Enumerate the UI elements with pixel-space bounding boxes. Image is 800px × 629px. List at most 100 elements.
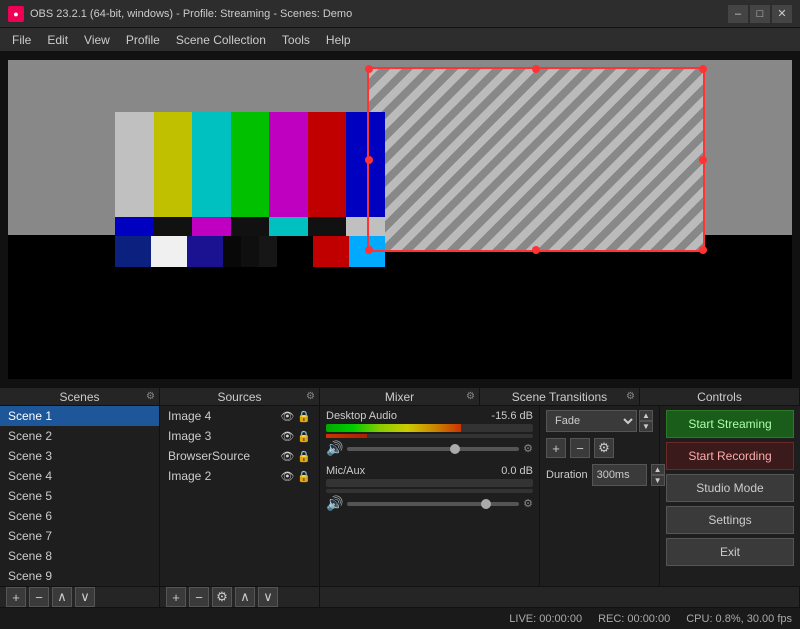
cb-mid-dark3 — [308, 217, 347, 236]
scene-item-1[interactable]: Scene 1 — [0, 406, 159, 426]
scenes-down-button[interactable]: ∨ — [75, 587, 95, 607]
window-controls: – □ ✕ — [728, 5, 792, 23]
mixer-config-icon[interactable]: ⚙ — [466, 391, 475, 402]
cb-white — [115, 112, 154, 217]
color-bars-mid — [115, 217, 385, 236]
desktop-audio-label-row: Desktop Audio -15.6 dB — [326, 410, 533, 422]
sources-add-button[interactable]: + — [166, 587, 186, 607]
studio-mode-button[interactable]: Studio Mode — [666, 474, 794, 502]
scene-item-7[interactable]: Scene 7 — [0, 526, 159, 546]
mic-aux-volume-slider[interactable] — [347, 502, 519, 506]
menu-scene-collection[interactable]: Scene Collection — [168, 29, 274, 51]
cb-mid-cyan — [269, 217, 308, 236]
bottom-panel: Scenes ⚙ Sources ⚙ Mixer ⚙ Scene Transit… — [0, 387, 800, 607]
transition-type-select[interactable]: Fade Cut Swipe — [546, 410, 637, 432]
transition-add-button[interactable]: + — [546, 438, 566, 458]
sources-down-button[interactable]: ∨ — [258, 587, 278, 607]
cb-green — [231, 112, 270, 217]
mic-aux-slider-thumb[interactable] — [481, 499, 491, 509]
duration-row: Duration ▲ ▼ — [546, 464, 653, 486]
desktop-audio-settings-icon[interactable]: ⚙ — [523, 442, 533, 455]
cb-bot-bluish — [187, 236, 223, 267]
menu-file[interactable]: File — [4, 29, 39, 51]
browser-source-preview — [367, 67, 705, 252]
scene-item-9[interactable]: Scene 9 — [0, 566, 159, 586]
desktop-audio-mute-icon[interactable]: 🔊 — [326, 440, 343, 457]
source-lock-icon2[interactable]: 🔒 — [297, 430, 311, 443]
source-browser[interactable]: BrowserSource 👁 🔒 — [160, 446, 319, 466]
exit-button[interactable]: Exit — [666, 538, 794, 566]
mic-aux-mute-icon[interactable]: 🔊 — [326, 495, 343, 512]
mic-aux-channel: Mic/Aux 0.0 dB 🔊 ⚙ — [326, 465, 533, 512]
scenes-up-button[interactable]: ∧ — [52, 587, 72, 607]
transition-remove-button[interactable]: − — [570, 438, 590, 458]
cb-red — [308, 112, 347, 217]
close-button[interactable]: ✕ — [772, 5, 792, 23]
source-eye-icon4[interactable]: 👁 — [280, 470, 294, 483]
maximize-button[interactable]: □ — [750, 5, 770, 23]
transition-buttons: + − ⚙ — [546, 438, 653, 458]
scenes-panel-header: Scenes ⚙ — [0, 388, 160, 405]
menu-help[interactable]: Help — [318, 29, 359, 51]
transitions-config-icon[interactable]: ⚙ — [626, 391, 635, 402]
desktop-audio-meter2-fill — [326, 434, 367, 438]
scene-item-5[interactable]: Scene 5 — [0, 486, 159, 506]
cb-cyan — [192, 112, 231, 217]
start-recording-button[interactable]: Start Recording — [666, 442, 794, 470]
transition-spin: ▲ ▼ — [639, 410, 653, 432]
menu-tools[interactable]: Tools — [274, 29, 318, 51]
scene-item-3[interactable]: Scene 3 — [0, 446, 159, 466]
duration-input[interactable] — [592, 464, 647, 486]
scene-item-6[interactable]: Scene 6 — [0, 506, 159, 526]
color-bars-source[interactable] — [115, 112, 385, 267]
source-image3[interactable]: Image 3 👁 🔒 — [160, 426, 319, 446]
scenes-add-button[interactable]: + — [6, 587, 26, 607]
cb-mid-dark2 — [231, 217, 270, 236]
desktop-audio-volume-slider[interactable] — [347, 447, 519, 451]
transition-config-button[interactable]: ⚙ — [594, 438, 614, 458]
source-eye-icon2[interactable]: 👁 — [280, 430, 294, 443]
sources-config-icon[interactable]: ⚙ — [306, 391, 315, 402]
mic-aux-settings-icon[interactable]: ⚙ — [523, 497, 533, 510]
source-image2[interactable]: Image 2 👁 🔒 — [160, 466, 319, 486]
cb-blue — [346, 112, 385, 217]
scene-item-2[interactable]: Scene 2 — [0, 426, 159, 446]
cb-bot-white — [151, 236, 187, 267]
source-lock-icon3[interactable]: 🔒 — [297, 450, 311, 463]
transitions-panel-header: Scene Transitions ⚙ — [480, 388, 640, 405]
menu-profile[interactable]: Profile — [118, 29, 168, 51]
source-lock-icon[interactable]: 🔒 — [297, 410, 311, 423]
transition-spin-dn[interactable]: ▼ — [639, 421, 653, 432]
source-eye-icon3[interactable]: 👁 — [280, 450, 294, 463]
sources-up-button[interactable]: ∧ — [235, 587, 255, 607]
menu-view[interactable]: View — [76, 29, 118, 51]
cb-bot-cyan2 — [349, 236, 385, 267]
cb-mid-mag — [192, 217, 231, 236]
menu-edit[interactable]: Edit — [39, 29, 76, 51]
sources-config-btn[interactable]: ⚙ — [212, 587, 232, 607]
scenes-config-icon[interactable]: ⚙ — [146, 391, 155, 402]
cb-mid-blue — [115, 217, 154, 236]
source-lock-icon4[interactable]: 🔒 — [297, 470, 311, 483]
preview-area — [0, 52, 800, 387]
color-bars-top — [115, 112, 385, 217]
mixer-toolbar — [320, 587, 800, 607]
panels-toolbars: + − ∧ ∨ + − ⚙ ∧ ∨ — [0, 586, 800, 607]
source-image4[interactable]: Image 4 👁 🔒 — [160, 406, 319, 426]
scenes-remove-button[interactable]: − — [29, 587, 49, 607]
desktop-audio-slider-thumb[interactable] — [450, 444, 460, 454]
source-eye-icon[interactable]: 👁 — [280, 410, 294, 423]
scenes-toolbar: + − ∧ ∨ — [0, 587, 160, 607]
settings-button[interactable]: Settings — [666, 506, 794, 534]
scenes-panel: Scene 1 Scene 2 Scene 3 Scene 4 Scene 5 … — [0, 406, 160, 586]
scene-item-4[interactable]: Scene 4 — [0, 466, 159, 486]
transition-spin-up[interactable]: ▲ — [639, 410, 653, 421]
start-streaming-button[interactable]: Start Streaming — [666, 410, 794, 438]
desktop-audio-controls: 🔊 ⚙ — [326, 440, 533, 457]
cb-mid-dark — [154, 217, 193, 236]
minimize-button[interactable]: – — [728, 5, 748, 23]
transitions-panel: Fade Cut Swipe ▲ ▼ + − ⚙ Duration ▲ — [540, 406, 660, 586]
sources-remove-button[interactable]: − — [189, 587, 209, 607]
scene-item-8[interactable]: Scene 8 — [0, 546, 159, 566]
desktop-audio-meter-fill — [326, 424, 461, 432]
